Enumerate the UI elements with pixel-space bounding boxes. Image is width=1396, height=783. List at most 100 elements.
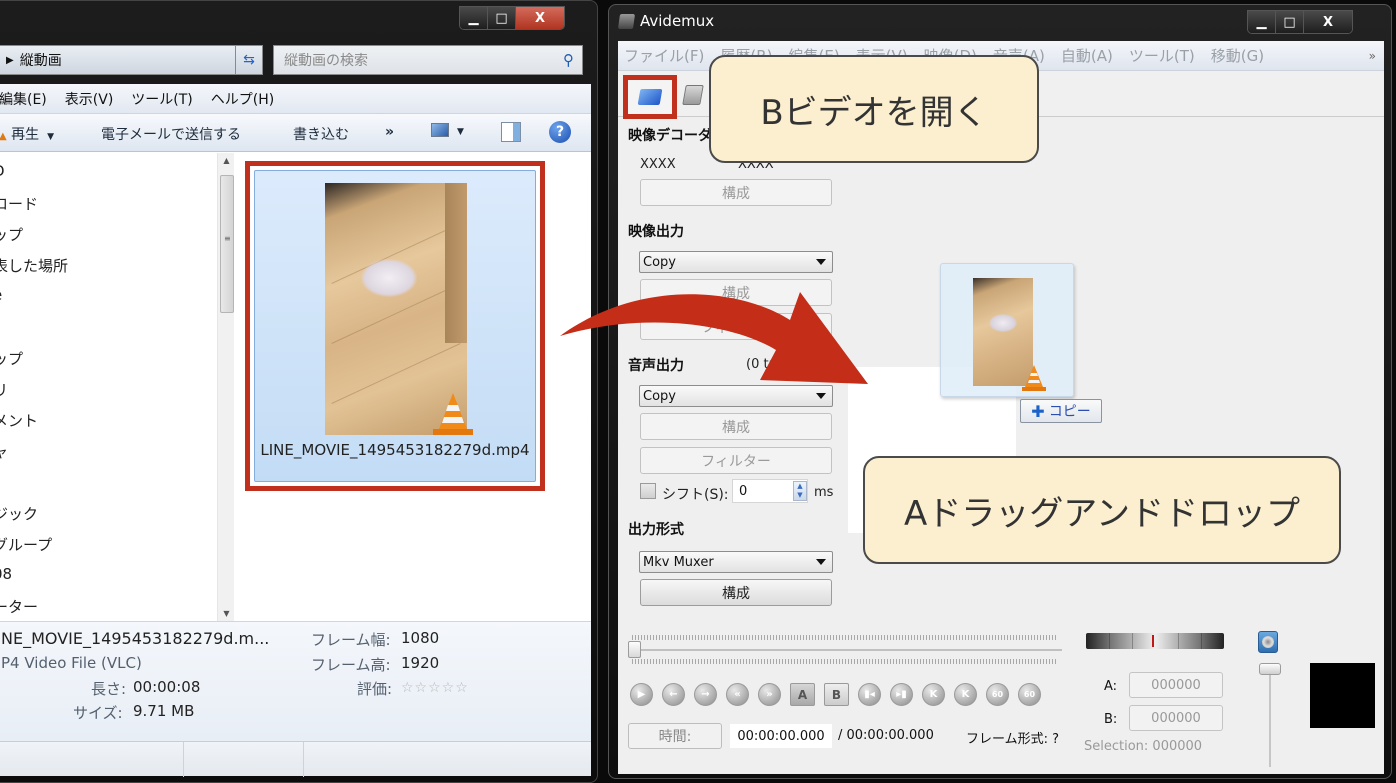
open-video-button[interactable] — [623, 75, 677, 119]
refresh-button[interactable]: ⇆ — [235, 45, 263, 75]
current-time-input[interactable]: 00:00:00.000 — [730, 724, 832, 748]
shift-checkbox[interactable] — [640, 483, 656, 499]
menu-overflow[interactable]: » — [1369, 49, 1376, 63]
scroll-up-icon[interactable]: ▲ — [218, 156, 235, 165]
timeline-slider[interactable] — [628, 635, 1062, 665]
nav-item[interactable]: 08 — [0, 565, 12, 583]
timeline-thumb[interactable] — [628, 641, 641, 658]
video-config-button[interactable]: 構成 — [640, 279, 832, 306]
rewind-button[interactable]: « — [726, 683, 749, 706]
total-time: / 00:00:00.000 — [838, 728, 934, 743]
vlc-small-icon: ▲ — [0, 131, 7, 142]
marker-b-field[interactable]: 000000 — [1129, 705, 1223, 731]
jog-shuttle[interactable] — [1086, 633, 1224, 649]
maximize-button[interactable]: □ — [1276, 11, 1304, 33]
previous-black-frame-button[interactable]: ▮◂ — [858, 683, 881, 706]
menu-tools[interactable]: ツール(T) — [131, 89, 192, 109]
timeline-track — [628, 649, 1062, 651]
more-button[interactable]: » — [385, 124, 394, 140]
nav-item[interactable]: リ — [0, 379, 8, 400]
video-codec-select[interactable]: Copy — [639, 251, 833, 273]
view-icon — [431, 123, 449, 137]
back-60-button[interactable]: 60 — [986, 683, 1009, 706]
last-frame-button[interactable]: K — [954, 683, 977, 706]
nav-item[interactable]: e — [0, 286, 2, 304]
fast-forward-button[interactable]: » — [758, 683, 781, 706]
nav-scrollbar[interactable]: ▲ ≡ ▼ — [217, 153, 234, 621]
muxer-config-button[interactable]: 構成 — [640, 579, 832, 606]
menu-tools[interactable]: ツール(T) — [1129, 45, 1195, 66]
nav-item[interactable]: ジック — [0, 503, 38, 524]
next-black-frame-button[interactable]: ▸▮ — [890, 683, 913, 706]
volume-slider-thumb[interactable] — [1259, 663, 1281, 675]
forward-60-button[interactable]: 60 — [1018, 683, 1041, 706]
nav-item[interactable]: ーター — [0, 596, 38, 617]
file-item-selected[interactable]: LINE_MOVIE_1495453182279d.mp4 — [245, 161, 545, 491]
nav-item[interactable]: ロード — [0, 193, 38, 214]
search-input[interactable]: 縦動画の検索 ⚲ — [273, 45, 583, 75]
scroll-thumb[interactable] — [220, 175, 234, 313]
view-options-button[interactable]: ▼ — [431, 122, 464, 138]
scroll-down-icon[interactable]: ▼ — [218, 609, 235, 618]
details-file-name: NE_MOVIE_1495453182279d.m... — [1, 629, 270, 648]
maximize-button[interactable]: □ — [488, 7, 516, 29]
burn-button[interactable]: 書き込む — [293, 124, 349, 144]
title-bar: Avidemux — [617, 12, 714, 30]
marker-a-label: A: — [1104, 679, 1118, 694]
nav-item[interactable]: グループ — [0, 534, 52, 555]
nav-item[interactable]: ップ — [0, 348, 23, 369]
play-button[interactable]: ▶ — [630, 683, 653, 706]
minimize-button[interactable]: ▁ — [1248, 11, 1276, 33]
muxer-select[interactable]: Mkv Muxer — [639, 551, 833, 573]
preview-pane-button[interactable] — [501, 122, 521, 142]
nav-item[interactable]: ャ — [0, 441, 8, 462]
frame-height-value: 1920 — [401, 654, 440, 672]
nav-item[interactable]: メント — [0, 410, 38, 431]
audio-filter-button[interactable]: フィルター — [640, 447, 832, 474]
video-decoder-value: XXXX — [640, 157, 676, 172]
set-marker-a-button[interactable]: A — [790, 683, 815, 706]
volume-button[interactable] — [1258, 631, 1278, 653]
menu-file[interactable]: ファイル(F) — [624, 45, 704, 66]
spin-arrows-icon[interactable]: ▲ ▼ — [793, 481, 807, 501]
previous-frame-button[interactable]: ← — [662, 683, 685, 706]
menu-view[interactable]: 表示(V) — [65, 89, 114, 109]
marker-a-field[interactable]: 000000 — [1129, 672, 1223, 698]
search-icon[interactable]: ⚲ — [563, 51, 574, 69]
time-button[interactable]: 時間: — [628, 723, 722, 749]
avidemux-window-controls: ▁ □ X — [1247, 10, 1353, 34]
menu-auto[interactable]: 自動(A) — [1061, 45, 1113, 66]
menu-go[interactable]: 移動(G) — [1211, 45, 1264, 66]
next-frame-button[interactable]: → — [694, 683, 717, 706]
menu-edit[interactable]: 編集(E) — [0, 89, 47, 109]
speaker-icon — [1262, 636, 1274, 648]
rating-stars[interactable]: ☆☆☆☆☆ — [401, 680, 469, 696]
video-filter-button[interactable]: フィルター — [640, 313, 832, 340]
nav-item[interactable]: ップ — [0, 224, 23, 245]
callout-open-video: Bビデオを開く — [709, 55, 1039, 163]
email-button[interactable]: 電子メールで送信する — [101, 124, 241, 144]
close-button[interactable]: X — [1304, 11, 1352, 33]
transport-controls: ▶ ← → « » A B ▮◂ ▸▮ K K 60 60 — [630, 683, 1041, 706]
minimize-button[interactable]: ▁ — [460, 7, 488, 29]
menu-help[interactable]: ヘルプ(H) — [211, 89, 274, 109]
nav-item[interactable]: D — [0, 162, 5, 180]
help-icon[interactable]: ? — [549, 121, 571, 143]
close-button[interactable]: X — [516, 7, 564, 29]
breadcrumb-folder[interactable]: 縦動画 — [20, 50, 242, 70]
play-button[interactable]: ▲ 再生 ▼ — [0, 124, 54, 144]
breadcrumb-arrow-icon: ▶ — [6, 54, 14, 66]
audio-codec-select[interactable]: Copy — [639, 385, 833, 407]
plus-icon: ✚ — [1031, 401, 1045, 421]
chevron-down-icon — [816, 259, 826, 265]
video-decoder-config-button[interactable]: 構成 — [640, 179, 832, 206]
address-bar[interactable]: ▶ 縦動画 ▼ — [0, 45, 263, 75]
audio-config-button[interactable]: 構成 — [640, 413, 832, 440]
first-frame-button[interactable]: K — [922, 683, 945, 706]
save-icon[interactable] — [682, 85, 704, 105]
marker-b-label: B: — [1104, 712, 1118, 727]
nav-item[interactable]: 表した場所 — [0, 255, 68, 276]
set-marker-b-button[interactable]: B — [824, 683, 849, 706]
details-pane: NE_MOVIE_1495453182279d.m... P4 Video Fi… — [0, 621, 591, 741]
shift-spinbox[interactable]: 0 ▲ ▼ — [732, 479, 808, 503]
